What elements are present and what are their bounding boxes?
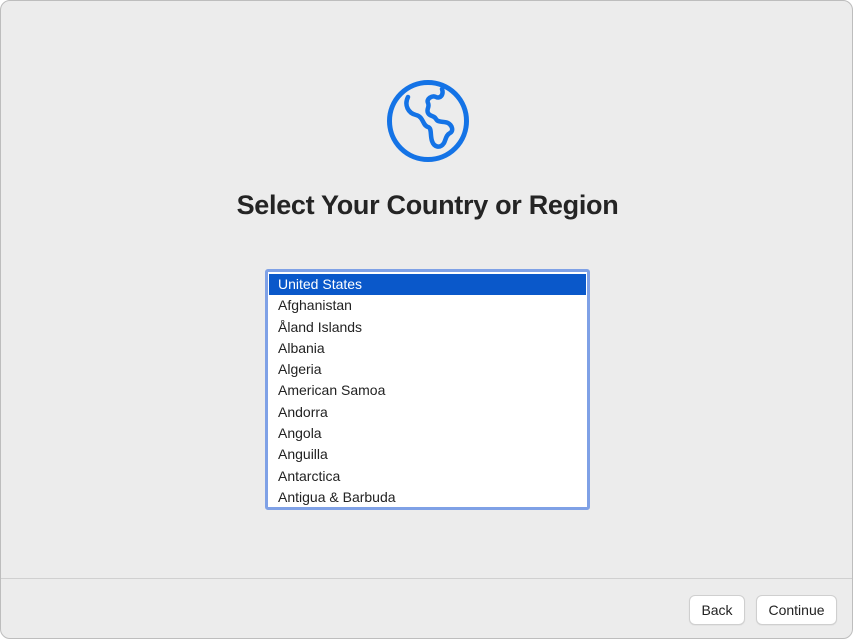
country-listbox[interactable]: United States Afghanistan Åland Islands Alb… bbox=[265, 269, 590, 510]
page-title: Select Your Country or Region bbox=[236, 190, 619, 220]
list-item[interactable]: Albania bbox=[269, 338, 586, 359]
list-item-selected[interactable]: United States bbox=[269, 274, 586, 296]
setup-window: Select Your Country or Region United Sta… bbox=[0, 0, 853, 639]
list-item[interactable]: Algeria bbox=[269, 359, 586, 380]
list-item[interactable]: Anguilla bbox=[269, 444, 586, 465]
list-item[interactable]: Antigua & Barbuda bbox=[269, 487, 586, 507]
globe-icon bbox=[387, 80, 469, 162]
continue-button[interactable]: Continue bbox=[756, 595, 837, 625]
list-item[interactable]: Antarctica bbox=[269, 466, 586, 487]
back-button[interactable]: Back bbox=[689, 595, 745, 625]
country-list: United States Afghanistan Åland Islands Alb… bbox=[269, 274, 586, 507]
footer-divider bbox=[1, 578, 852, 579]
list-item[interactable]: Andorra bbox=[269, 402, 586, 423]
list-item[interactable]: Afghanistan bbox=[269, 295, 586, 316]
list-item[interactable]: American Samoa bbox=[269, 380, 586, 401]
list-item[interactable]: Åland Islands bbox=[269, 317, 586, 338]
list-item[interactable]: Angola bbox=[269, 423, 586, 444]
